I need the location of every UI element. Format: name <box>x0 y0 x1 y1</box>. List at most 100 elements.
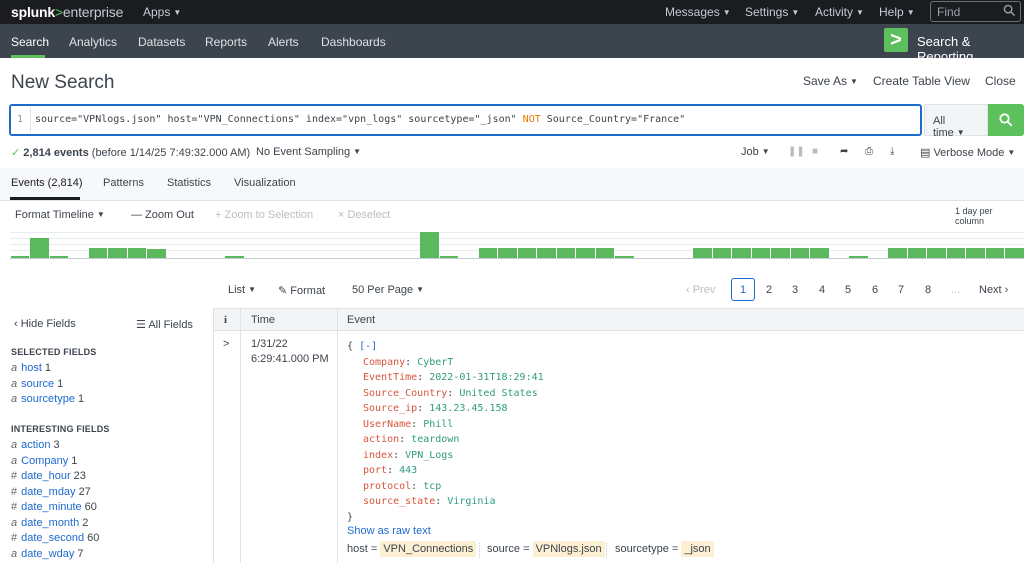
field-date-hour[interactable]: # date_hour 23 <box>11 470 86 482</box>
json-value[interactable]: Virginia <box>447 496 495 507</box>
timeline-bar[interactable] <box>888 248 907 258</box>
json-key[interactable]: Source_ip <box>363 403 417 414</box>
timeline-bar[interactable] <box>88 248 107 258</box>
page-1-button[interactable]: 1 <box>731 278 755 301</box>
json-collapse-toggle[interactable]: [-] <box>359 341 377 352</box>
zoom-to-selection-button[interactable]: + Zoom to Selection <box>215 209 313 221</box>
find-input[interactable]: Find <box>930 1 1021 22</box>
time-range-picker[interactable]: All time ▼ <box>924 104 988 139</box>
create-table-view-button[interactable]: Create Table View <box>873 74 970 88</box>
search-button[interactable] <box>988 104 1024 136</box>
pause-icon[interactable]: ❚❚ <box>788 146 805 157</box>
json-key[interactable]: action <box>363 434 399 445</box>
meta-sourcetype[interactable]: sourcetype = _json <box>615 541 714 557</box>
timeline-bar[interactable] <box>10 256 29 258</box>
tab-analytics[interactable]: Analytics <box>69 35 117 49</box>
json-value[interactable]: 2022-01-31T18:29:41 <box>429 372 543 383</box>
info-column-header[interactable]: i <box>224 314 227 326</box>
json-key[interactable]: index <box>363 450 393 461</box>
field-action[interactable]: a action 3 <box>11 439 60 451</box>
json-value[interactable]: CyberT <box>417 357 453 368</box>
json-value[interactable]: Phill <box>423 419 453 430</box>
timeline-bar[interactable] <box>771 248 790 258</box>
next-page-button[interactable]: Next › <box>979 284 1008 296</box>
timeline-bar[interactable] <box>478 248 497 258</box>
timeline-bar[interactable] <box>615 256 634 258</box>
json-value[interactable]: 143.23.45.158 <box>429 403 507 414</box>
tab-datasets[interactable]: Datasets <box>138 35 185 49</box>
json-value[interactable]: VPN_Logs <box>405 450 453 461</box>
timeline-bar[interactable] <box>498 248 517 258</box>
format-timeline-dropdown[interactable]: Format Timeline ▼ <box>15 209 105 221</box>
event-timeline[interactable] <box>10 226 1024 259</box>
show-raw-text-link[interactable]: Show as raw text <box>347 525 431 537</box>
app-name[interactable]: Search & Reporting <box>917 34 1024 64</box>
timeline-bar[interactable] <box>907 248 926 258</box>
time-column-header[interactable]: Time <box>251 314 275 326</box>
json-value[interactable]: teardown <box>411 434 459 445</box>
page-5-button[interactable]: 5 <box>845 284 851 296</box>
timeline-bar[interactable] <box>127 248 146 258</box>
app-logo[interactable]: > <box>884 28 908 52</box>
field-date-minute[interactable]: # date_minute 60 <box>11 501 97 513</box>
list-view-dropdown[interactable]: List ▼ <box>228 284 256 296</box>
page-2-button[interactable]: 2 <box>766 284 772 296</box>
hide-fields-button[interactable]: ‹ Hide Fields <box>14 318 76 330</box>
json-key[interactable]: Company <box>363 357 405 368</box>
tab-dashboards[interactable]: Dashboards <box>321 35 386 49</box>
deselect-button[interactable]: × Deselect <box>338 209 390 221</box>
activity-menu[interactable]: Activity ▼ <box>815 5 864 19</box>
timeline-bar[interactable] <box>693 248 712 258</box>
print-icon[interactable]: ⎙ <box>865 146 873 157</box>
json-value[interactable]: tcp <box>423 481 441 492</box>
timeline-bar[interactable] <box>712 248 731 258</box>
field-date-mday[interactable]: # date_mday 27 <box>11 486 91 498</box>
json-key[interactable]: UserName <box>363 419 411 430</box>
tab-events[interactable]: Events (2,814) <box>11 177 83 189</box>
field-company[interactable]: a Company 1 <box>11 455 77 467</box>
timeline-bar[interactable] <box>595 248 614 258</box>
tab-reports[interactable]: Reports <box>205 35 247 49</box>
messages-menu[interactable]: Messages ▼ <box>665 5 731 19</box>
timeline-bar[interactable] <box>751 248 770 258</box>
meta-host-value[interactable]: VPN_Connections <box>380 541 477 557</box>
tab-alerts[interactable]: Alerts <box>268 35 299 49</box>
prev-page-button[interactable]: ‹ Prev <box>686 284 715 296</box>
field-date-month[interactable]: a date_month 2 <box>11 517 88 529</box>
page-7-button[interactable]: 7 <box>898 284 904 296</box>
meta-sourcetype-value[interactable]: _json <box>681 541 714 557</box>
event-expand-toggle[interactable]: > <box>223 338 229 350</box>
close-button[interactable]: Close <box>985 74 1016 88</box>
timeline-bar[interactable] <box>108 248 127 258</box>
timeline-bar[interactable] <box>966 248 985 258</box>
search-query-input[interactable]: 1 source="VPNlogs.json" host="VPN_Connec… <box>9 104 922 136</box>
per-page-dropdown[interactable]: 50 Per Page ▼ <box>352 284 424 296</box>
json-key[interactable]: port <box>363 465 387 476</box>
json-key[interactable]: protocol <box>363 481 411 492</box>
json-key[interactable]: Source_Country <box>363 388 447 399</box>
field-date-second[interactable]: # date_second 60 <box>11 532 99 544</box>
timeline-bar[interactable] <box>537 248 556 258</box>
save-as-button[interactable]: Save As ▼ <box>803 74 858 88</box>
page-4-button[interactable]: 4 <box>819 284 825 296</box>
share-icon[interactable]: ➦ <box>840 146 848 157</box>
timeline-bar[interactable] <box>147 249 166 258</box>
field-date-wday[interactable]: a date_wday 7 <box>11 548 83 560</box>
apps-menu[interactable]: Apps ▼ <box>143 5 181 19</box>
timeline-bar[interactable] <box>49 256 68 258</box>
json-value[interactable]: 443 <box>399 465 417 476</box>
tab-search[interactable]: Search <box>11 35 49 49</box>
field-source[interactable]: a source 1 <box>11 378 63 390</box>
stop-icon[interactable]: ■ <box>812 146 818 157</box>
json-value[interactable]: United States <box>459 388 537 399</box>
tab-statistics[interactable]: Statistics <box>167 177 211 189</box>
meta-source-value[interactable]: VPNlogs.json <box>532 541 605 557</box>
field-host[interactable]: a host 1 <box>11 362 51 374</box>
meta-source[interactable]: source = VPNlogs.json <box>487 541 605 557</box>
meta-host[interactable]: host = VPN_Connections <box>347 541 477 557</box>
help-menu[interactable]: Help ▼ <box>879 5 915 19</box>
json-key[interactable]: EventTime <box>363 372 417 383</box>
export-icon[interactable]: ⤓ <box>890 146 894 157</box>
timeline-bar[interactable] <box>849 256 868 258</box>
job-menu[interactable]: Job ▼ <box>741 146 770 158</box>
